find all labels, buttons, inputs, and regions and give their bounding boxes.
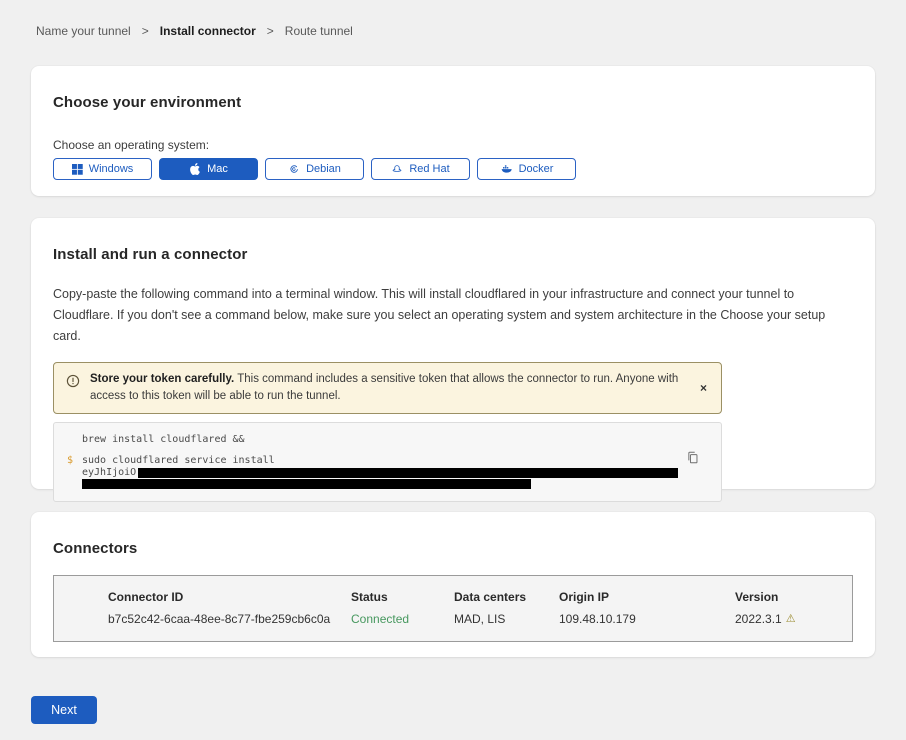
column-header-origin-ip: Origin IP [559, 590, 735, 604]
os-button-docker[interactable]: Docker [477, 158, 576, 180]
install-command-block: brew install cloudflared && $ sudo cloud… [53, 422, 722, 502]
os-button-windows[interactable]: Windows [53, 158, 152, 180]
warning-triangle-icon: ⚠ [786, 614, 796, 625]
close-icon[interactable]: × [694, 379, 713, 397]
redacted-token-bar [138, 468, 678, 478]
install-card-description: Copy-paste the following command into a … [53, 284, 853, 347]
breadcrumb-separator: > [267, 24, 274, 38]
data-centers-value: MAD, LIS [454, 612, 559, 626]
environment-card: Choose your environment Choose an operat… [31, 66, 875, 196]
windows-icon [72, 164, 83, 175]
breadcrumb-separator: > [142, 24, 149, 38]
token-line: eyJhIjoiO [54, 467, 721, 478]
shell-prompt: $ [67, 455, 73, 466]
apple-icon [189, 163, 201, 175]
connectors-card-title: Connectors [53, 540, 853, 557]
os-button-group: Windows Mac Debian Red Hat Docker [53, 158, 853, 180]
os-button-label: Docker [519, 163, 554, 175]
os-select-label: Choose an operating system: [53, 138, 853, 152]
command-line-1: brew install cloudflared && [54, 434, 721, 445]
os-button-label: Red Hat [409, 163, 449, 175]
column-header-data-centers: Data centers [454, 590, 559, 604]
column-header-version: Version [735, 590, 852, 604]
connectors-table: Connector ID Status Data centers Origin … [53, 575, 853, 642]
token-warning-title: Store your token carefully. [90, 373, 234, 385]
command-line-2: $ sudo cloudflared service install [54, 455, 721, 466]
info-icon [66, 374, 80, 393]
redhat-icon [391, 163, 403, 175]
status-badge: Connected [351, 612, 454, 626]
breadcrumb-install-connector[interactable]: Install connector [160, 24, 256, 38]
token-prefix: eyJhIjoiO [82, 467, 136, 478]
column-header-status: Status [351, 590, 454, 604]
token-warning-text: Store your token carefully. This command… [90, 371, 684, 405]
version-value: 2022.3.1 ⚠ [735, 612, 852, 626]
os-button-label: Debian [306, 163, 341, 175]
table-header-row: Connector ID Status Data centers Origin … [108, 590, 852, 604]
origin-ip-value: 109.48.10.179 [559, 612, 735, 626]
install-connector-card: Install and run a connector Copy-paste t… [31, 218, 875, 489]
breadcrumb: Name your tunnel > Install connector > R… [0, 0, 906, 38]
docker-icon [500, 163, 513, 175]
token-line-2 [54, 479, 721, 489]
next-button[interactable]: Next [31, 696, 97, 724]
debian-icon [288, 163, 300, 175]
install-card-title: Install and run a connector [53, 246, 853, 263]
os-button-debian[interactable]: Debian [265, 158, 364, 180]
os-button-mac[interactable]: Mac [159, 158, 258, 180]
environment-card-title: Choose your environment [53, 94, 853, 111]
column-header-connector-id: Connector ID [108, 590, 351, 604]
os-button-redhat[interactable]: Red Hat [371, 158, 470, 180]
version-number: 2022.3.1 [735, 612, 782, 626]
redacted-token-bar [82, 479, 531, 489]
breadcrumb-name-your-tunnel[interactable]: Name your tunnel [36, 24, 131, 38]
command-text: sudo cloudflared service install [82, 455, 275, 466]
breadcrumb-route-tunnel: Route tunnel [285, 24, 353, 38]
token-warning-banner: Store your token carefully. This command… [53, 362, 722, 414]
copy-icon[interactable] [686, 451, 699, 467]
table-row: b7c52c42-6caa-48ee-8c77-fbe259cb6c0a Con… [108, 612, 852, 626]
connectors-card: Connectors Connector ID Status Data cent… [31, 512, 875, 657]
os-button-label: Windows [89, 163, 134, 175]
connector-id-value: b7c52c42-6caa-48ee-8c77-fbe259cb6c0a [108, 612, 351, 626]
os-button-label: Mac [207, 163, 228, 175]
